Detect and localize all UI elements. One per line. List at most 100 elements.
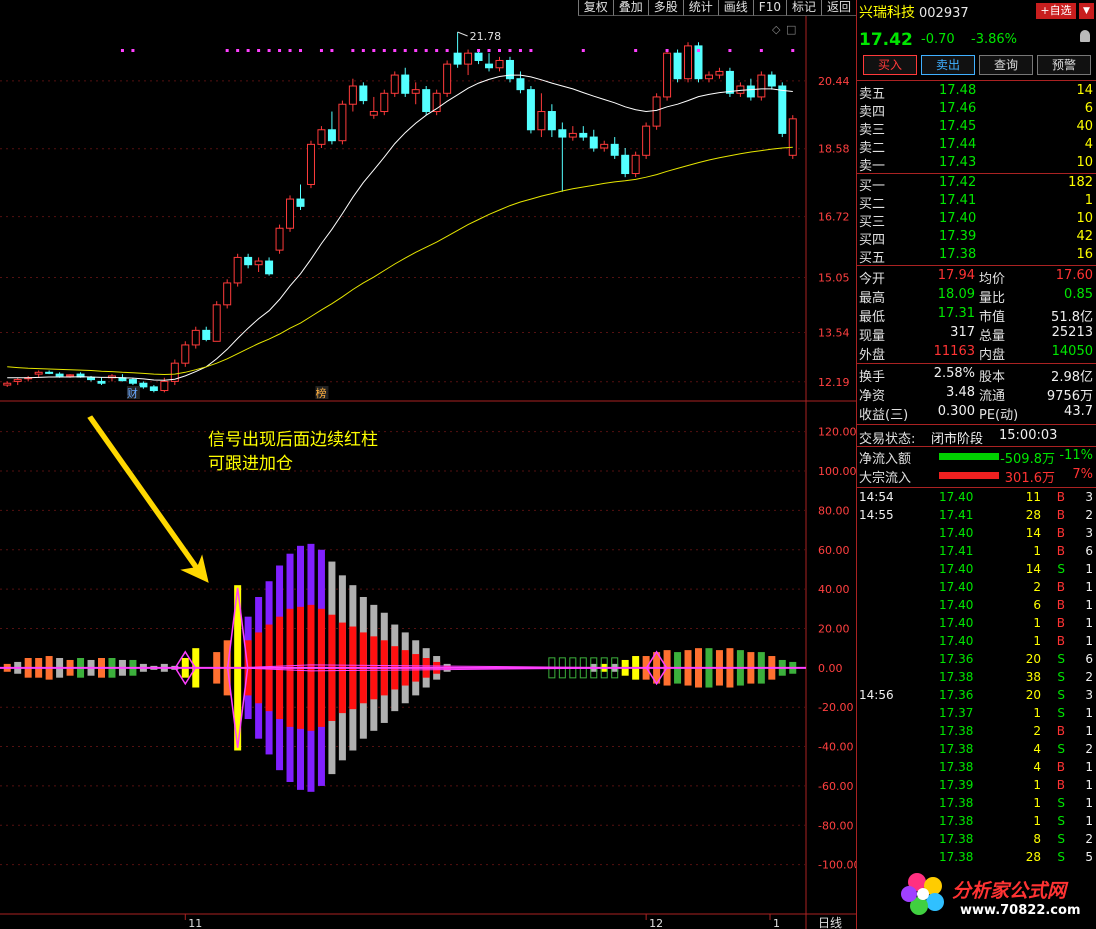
buy-button[interactable]: 买入	[863, 55, 917, 75]
toolbar-button-4[interactable]: 画线	[717, 0, 753, 16]
stat-label: 外盘	[859, 348, 886, 363]
ask-row[interactable]: 卖五 17.48 14	[859, 83, 1095, 102]
tick-count: 1	[1085, 616, 1093, 630]
tick-side: S	[1057, 742, 1065, 756]
bid-price: 17.41	[939, 193, 977, 208]
bid-row[interactable]: 买三 17.40 10	[859, 211, 1095, 230]
ask-row[interactable]: 卖一 17.43 10	[859, 155, 1095, 174]
indicator-tick-label: 80.00	[818, 504, 850, 517]
bid-row[interactable]: 买五 17.38 16	[859, 247, 1095, 266]
toolbar-button-7[interactable]: 返回	[820, 0, 856, 16]
signal-dot	[120, 49, 124, 52]
sell-button[interactable]: 卖出	[921, 55, 975, 75]
stat-label: 最高	[859, 291, 886, 306]
signal-dot	[759, 49, 763, 52]
bell-icon[interactable]	[1080, 30, 1090, 42]
tick-count: 1	[1085, 760, 1093, 774]
candle-body	[704, 74, 713, 80]
tick-price: 17.40	[939, 634, 974, 648]
candle-body	[778, 85, 787, 134]
toolbar-button-1[interactable]: 叠加	[612, 0, 648, 16]
alert-button[interactable]: 预警	[1037, 55, 1091, 75]
candle-body	[34, 371, 43, 375]
candle-body	[568, 132, 577, 138]
panel-divider	[857, 265, 1096, 266]
toolbar-button-3[interactable]: 统计	[682, 0, 718, 16]
square-nav-icon[interactable]: □	[786, 23, 796, 36]
tick-volume: 28	[1025, 850, 1041, 864]
candle-body	[673, 52, 682, 80]
ma-line-white	[7, 74, 793, 381]
toolbar-button-2[interactable]: 多股	[647, 0, 683, 16]
event-marker[interactable]: 财	[127, 386, 138, 400]
signal-dot	[435, 49, 439, 52]
stat-value: 11163	[933, 344, 975, 359]
ask-row[interactable]: 卖三 17.45 40	[859, 119, 1095, 138]
candle-body	[254, 260, 263, 266]
tick-side: B	[1056, 544, 1065, 558]
candle-body	[128, 379, 137, 384]
tick-row: 17.37 1 S 1	[859, 706, 1095, 724]
event-marker[interactable]: 榜	[315, 386, 326, 400]
period-label[interactable]: 日线	[818, 916, 842, 929]
bid-row[interactable]: 买四 17.39 42	[859, 229, 1095, 248]
ask-row[interactable]: 卖四 17.46 6	[859, 101, 1095, 120]
toolbar-button-5[interactable]: F10	[752, 0, 786, 16]
candle-body	[589, 136, 598, 149]
stock-header: 兴瑞科技 002937	[859, 2, 969, 22]
stat-row: 最高 18.09 量比 0.85	[859, 287, 1095, 306]
candle-body	[181, 344, 190, 364]
diamond-nav-icon[interactable]: ◇	[772, 23, 781, 36]
tick-volume: 1	[1033, 778, 1041, 792]
stock-name: 兴瑞科技	[859, 5, 915, 21]
candle-body	[464, 52, 473, 65]
chevron-down-icon[interactable]: ▼	[1079, 3, 1094, 19]
ask-volume: 4	[1084, 137, 1093, 152]
tick-row: 17.38 1 S 1	[859, 796, 1095, 814]
chart-annotation: 信号出现后面边续红柱 可跟进加仓	[208, 428, 378, 476]
indicator-tick-label: 0.00	[818, 662, 843, 675]
ask-label: 卖四	[859, 105, 886, 120]
trade-buttons: 买入 卖出 查询 预警	[863, 55, 1091, 75]
tick-volume: 38	[1025, 670, 1041, 684]
query-button[interactable]: 查询	[979, 55, 1033, 75]
tick-side: S	[1057, 562, 1065, 576]
logo-url: www.70822.com	[960, 903, 1081, 918]
stat-value: 0.85	[1064, 287, 1093, 302]
bid-price: 17.40	[939, 211, 977, 226]
tick-side: S	[1057, 670, 1065, 684]
logo-text: 分析家公式网	[952, 880, 1067, 902]
toolbar-button-0[interactable]: 复权	[577, 0, 613, 16]
candle-body	[736, 85, 745, 94]
candle-body	[443, 63, 452, 94]
toolbar-button-6[interactable]: 标记	[785, 0, 821, 16]
tick-row: 14:55 17.41 28 B 2	[859, 508, 1095, 526]
tick-count: 6	[1085, 652, 1093, 666]
signal-dot	[634, 49, 638, 52]
candle-body	[474, 52, 483, 61]
signal-dot	[403, 49, 407, 52]
signal-dot	[246, 49, 250, 52]
fin-value: 9756万	[1046, 389, 1093, 404]
tick-count: 1	[1085, 814, 1093, 828]
ask-row[interactable]: 卖二 17.44 4	[859, 137, 1095, 156]
tick-side: S	[1057, 850, 1065, 864]
tick-count: 1	[1085, 562, 1093, 576]
stat-value: 17.60	[1055, 268, 1093, 283]
fin-row: 收益(三) 0.300 PE(动) 43.7	[859, 404, 1095, 423]
indicator-tick-label: 20.00	[818, 622, 850, 635]
bid-row[interactable]: 买二 17.41 1	[859, 193, 1095, 212]
candle-body	[715, 70, 724, 76]
tick-count: 1	[1085, 598, 1093, 612]
chart-area[interactable]: 20.4418.5816.7215.0513.5412.1921.78财 榜120…	[0, 0, 856, 929]
add-watchlist-button[interactable]: +自选	[1036, 3, 1076, 19]
candle-body	[223, 282, 232, 306]
bid-row[interactable]: 买一 17.42 182	[859, 175, 1095, 194]
panel-divider	[857, 80, 1096, 81]
tick-row: 17.40 1 B 1	[859, 616, 1095, 634]
tick-count: 1	[1085, 724, 1093, 738]
tick-side: B	[1056, 760, 1065, 774]
price-change: -0.70	[921, 32, 955, 47]
stat-label: 均价	[979, 272, 1006, 287]
price-change-pct: -3.86%	[971, 32, 1017, 47]
